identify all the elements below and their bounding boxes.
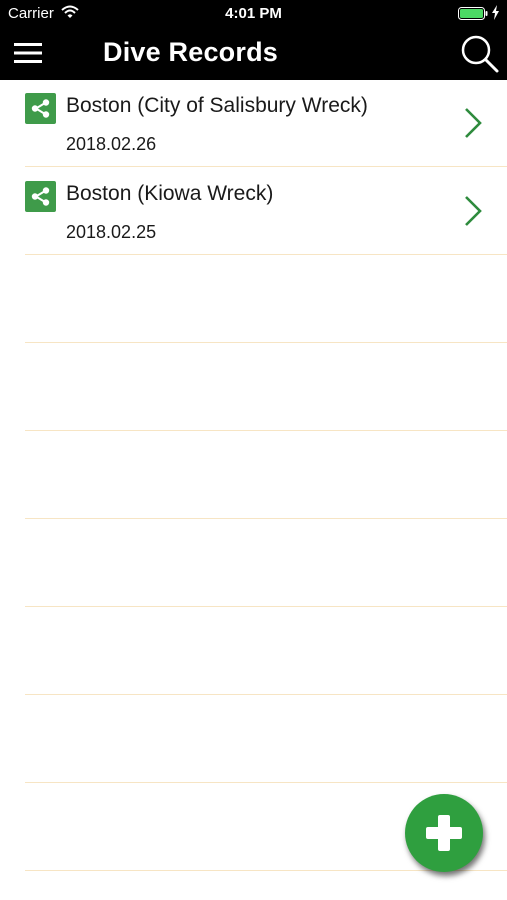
battery-icon xyxy=(458,7,488,20)
record-date: 2018.02.25 xyxy=(66,222,157,242)
empty-row-divider xyxy=(25,430,507,431)
row-divider xyxy=(25,166,507,167)
record-title: Boston (City of Salisbury Wreck) xyxy=(66,94,368,117)
record-title: Boston (Kiowa Wreck) xyxy=(66,182,274,205)
chevron-right-icon xyxy=(465,108,482,138)
empty-row-divider xyxy=(25,694,507,695)
empty-row-divider xyxy=(25,342,507,343)
search-icon[interactable] xyxy=(460,34,500,74)
empty-row-divider xyxy=(25,518,507,519)
add-record-button[interactable] xyxy=(405,794,483,872)
dive-record-list: Boston (City of Salisbury Wreck) 2018.02… xyxy=(0,80,507,900)
charging-bolt-icon xyxy=(492,5,499,20)
share-icon[interactable] xyxy=(25,93,56,124)
dive-record-row[interactable]: Boston (Kiowa Wreck) 2018.02.25 xyxy=(0,168,507,256)
empty-row-divider xyxy=(25,782,507,783)
plus-icon xyxy=(426,815,462,851)
status-bar: Carrier 4:01 PM xyxy=(0,0,507,28)
status-time: 4:01 PM xyxy=(225,5,282,22)
dive-record-row[interactable]: Boston (City of Salisbury Wreck) 2018.02… xyxy=(0,80,507,168)
page-title: Dive Records xyxy=(103,37,278,67)
navigation-bar: Dive Records xyxy=(0,28,507,80)
row-divider xyxy=(25,254,507,255)
record-date: 2018.02.26 xyxy=(66,134,157,154)
chevron-right-icon xyxy=(465,196,482,226)
menu-icon[interactable] xyxy=(14,42,42,64)
empty-row-divider xyxy=(25,606,507,607)
share-icon[interactable] xyxy=(25,181,56,212)
